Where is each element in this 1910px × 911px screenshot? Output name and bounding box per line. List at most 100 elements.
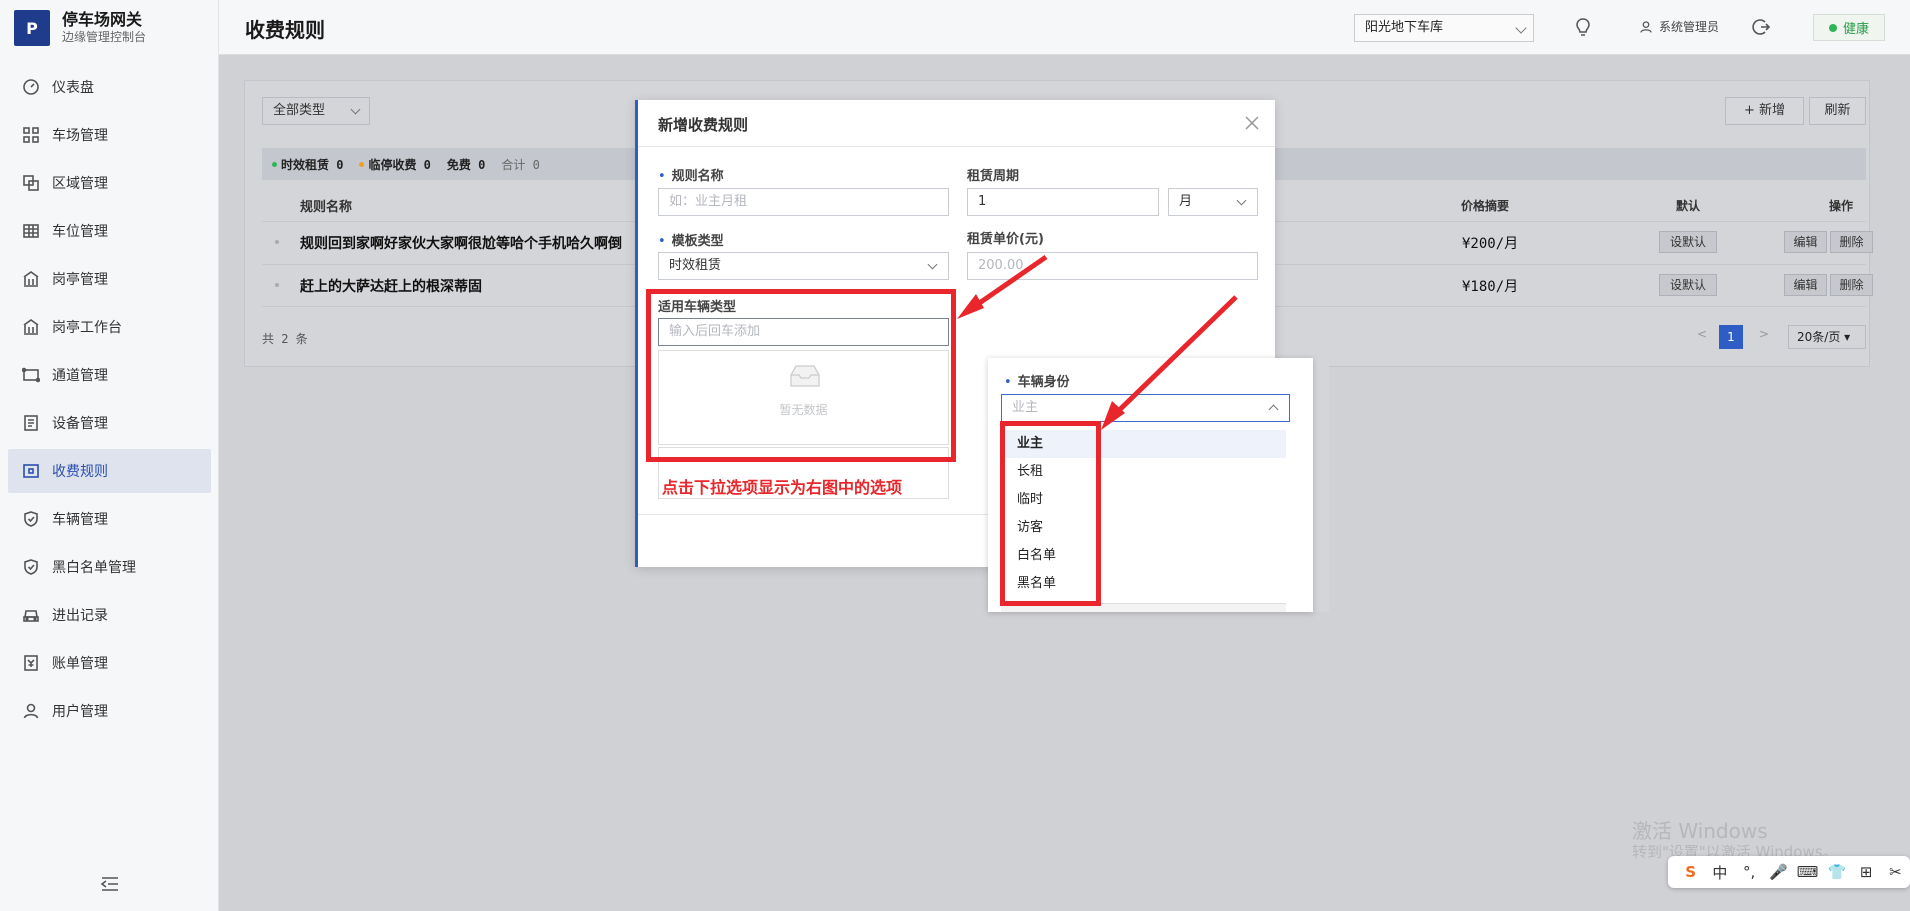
stat-total: 合计 0 bbox=[501, 157, 540, 172]
wallet-icon bbox=[23, 464, 39, 478]
set-default-button[interactable]: 设默认 bbox=[1659, 231, 1717, 253]
sogou-logo-icon[interactable]: S bbox=[1676, 863, 1705, 881]
logout-icon[interactable] bbox=[1751, 17, 1771, 37]
table-icon bbox=[23, 224, 39, 238]
sidebar-item-area[interactable]: 区域管理 bbox=[8, 161, 211, 205]
sidebar-item-label: 通道管理 bbox=[52, 368, 108, 384]
brand-logo: P bbox=[14, 10, 50, 46]
rule-price: ¥200/月 bbox=[1462, 236, 1519, 252]
bill-icon bbox=[24, 655, 38, 671]
close-icon[interactable] bbox=[1245, 116, 1259, 130]
rule-name-input[interactable]: 如：业主月租 bbox=[658, 188, 949, 216]
user-icon bbox=[23, 703, 39, 719]
microphone-icon[interactable]: 🎤 bbox=[1764, 863, 1793, 881]
period-input[interactable]: 1 bbox=[967, 188, 1159, 216]
type-filter-select[interactable]: 全部类型 bbox=[262, 97, 370, 125]
rule-price: ¥180/月 bbox=[1462, 279, 1519, 295]
sidebar-item-black-white-list[interactable]: 黑白名单管理 bbox=[8, 545, 211, 589]
rule-name: 规则回到家啊好家伙大家啊很尬等哈个手机哈久啊倒 bbox=[300, 236, 622, 252]
parking-lot-select[interactable]: 阳光地下车库 bbox=[1354, 14, 1534, 42]
toolbox-icon[interactable]: ⊞ bbox=[1852, 863, 1881, 881]
stat-temp: 临停收费 0 bbox=[359, 156, 431, 173]
column-header-name: 规则名称 bbox=[300, 200, 353, 215]
brand: P 停车场网关 边缘管理控制台 bbox=[14, 10, 146, 46]
delete-button[interactable]: 删除 bbox=[1830, 274, 1873, 296]
dashboard-icon bbox=[23, 79, 39, 95]
column-header-default: 默认 bbox=[1676, 199, 1701, 213]
refresh-button[interactable]: 刷新 bbox=[1809, 97, 1866, 125]
ime-chinese-toggle[interactable]: 中 bbox=[1705, 862, 1734, 883]
status-dot bbox=[1828, 23, 1837, 32]
delete-button[interactable]: 删除 bbox=[1830, 231, 1873, 253]
sidebar-item-booth[interactable]: 岗亭管理 bbox=[8, 257, 211, 301]
sidebar-item-space[interactable]: 车位管理 bbox=[8, 209, 211, 253]
sidebar-item-parking-lot[interactable]: 车场管理 bbox=[8, 113, 211, 157]
collapse-menu-icon[interactable] bbox=[100, 875, 120, 893]
set-default-button[interactable]: 设默认 bbox=[1659, 274, 1717, 296]
chevron-down-icon bbox=[1236, 195, 1247, 206]
booth-icon bbox=[23, 271, 39, 287]
sidebar-item-label: 岗亭工作台 bbox=[52, 320, 122, 336]
add-rule-button[interactable]: + 新增 bbox=[1725, 97, 1804, 125]
shield-icon bbox=[24, 511, 38, 527]
next-page-button[interactable]: > bbox=[1759, 327, 1769, 341]
sidebar-item-users[interactable]: 用户管理 bbox=[8, 689, 211, 733]
car-icon bbox=[23, 610, 39, 622]
page-title: 收费规则 bbox=[245, 18, 325, 42]
type-filter-value: 全部类型 bbox=[273, 103, 326, 118]
chevron-down-icon bbox=[350, 104, 361, 115]
user-menu[interactable]: 系统管理员 bbox=[1639, 18, 1719, 35]
sidebar-nav: 仪表盘 车场管理 区域管理 车位管理 岗亭管理 岗亭工作台 通道管理 设备管理 bbox=[8, 65, 211, 737]
scissors-icon[interactable]: ✂ bbox=[1881, 863, 1910, 881]
brand-title: 停车场网关 bbox=[62, 10, 143, 29]
sidebar-item-label: 进出记录 bbox=[52, 608, 108, 624]
chevron-up-icon bbox=[1268, 404, 1279, 415]
device-icon bbox=[24, 415, 38, 431]
health-status-badge: 健康 bbox=[1813, 14, 1885, 41]
booth-icon bbox=[23, 319, 39, 335]
period-unit-select[interactable]: 月 bbox=[1168, 188, 1258, 216]
lightbulb-icon[interactable] bbox=[1574, 17, 1592, 37]
sidebar-item-label: 车辆管理 bbox=[52, 512, 108, 528]
stat-free: 免费 0 bbox=[446, 157, 486, 172]
sidebar-item-charging-rules[interactable]: 收费规则 bbox=[8, 449, 211, 493]
stat-timed: 时效租赁 0 bbox=[272, 156, 343, 173]
grid-icon bbox=[23, 127, 39, 143]
sidebar-item-label: 黑白名单管理 bbox=[52, 560, 136, 576]
template-type-select[interactable]: 时效租赁 bbox=[658, 252, 949, 280]
chevron-down-icon bbox=[927, 259, 938, 270]
annotation-box-left bbox=[646, 289, 956, 462]
edit-button[interactable]: 编辑 bbox=[1784, 274, 1827, 296]
page-size-select[interactable]: 20条/页 ▾ bbox=[1788, 325, 1866, 349]
channel-icon bbox=[22, 367, 40, 383]
sidebar-item-channel[interactable]: 通道管理 bbox=[8, 353, 211, 397]
top-header: 收费规则 阳光地下车库 系统管理员 健康 bbox=[219, 0, 1910, 55]
parking-lot-select-value: 阳光地下车库 bbox=[1365, 20, 1444, 35]
total-count: 共 2 条 bbox=[262, 332, 308, 346]
annotation-note: 点击下拉选项显示为右图中的选项 bbox=[662, 478, 903, 497]
annotation-box-right bbox=[1000, 421, 1101, 606]
sidebar-item-access-records[interactable]: 进出记录 bbox=[8, 593, 211, 637]
sidebar-item-label: 设备管理 bbox=[52, 416, 108, 432]
column-header-price: 价格摘要 bbox=[1461, 199, 1510, 213]
shield-icon bbox=[24, 559, 38, 575]
sidebar-item-bills[interactable]: 账单管理 bbox=[8, 641, 211, 685]
page-1-button[interactable]: 1 bbox=[1719, 325, 1743, 349]
sidebar-item-label: 账单管理 bbox=[52, 656, 108, 672]
activation-watermark: 激活 Windows bbox=[1632, 819, 1768, 843]
sidebar-item-booth-workbench[interactable]: 岗亭工作台 bbox=[8, 305, 211, 349]
ime-toolbar: S 中 °, 🎤 ⌨ 👕 ⊞ ✂ bbox=[1668, 856, 1910, 888]
keyboard-icon[interactable]: ⌨ bbox=[1793, 863, 1822, 881]
sidebar-item-device[interactable]: 设备管理 bbox=[8, 401, 211, 445]
sidebar-item-dashboard[interactable]: 仪表盘 bbox=[8, 65, 211, 109]
user-icon bbox=[1640, 20, 1652, 33]
ime-punctuation-toggle[interactable]: °, bbox=[1735, 863, 1764, 881]
sidebar-item-label: 车场管理 bbox=[52, 128, 108, 144]
sidebar-item-label: 区域管理 bbox=[52, 176, 108, 192]
annotation-arrows bbox=[957, 254, 1238, 430]
prev-page-button[interactable]: < bbox=[1697, 327, 1707, 341]
skin-icon[interactable]: 👕 bbox=[1822, 863, 1851, 881]
sidebar-item-vehicle[interactable]: 车辆管理 bbox=[8, 497, 211, 541]
sidebar-item-label: 收费规则 bbox=[52, 464, 108, 480]
edit-button[interactable]: 编辑 bbox=[1784, 231, 1827, 253]
